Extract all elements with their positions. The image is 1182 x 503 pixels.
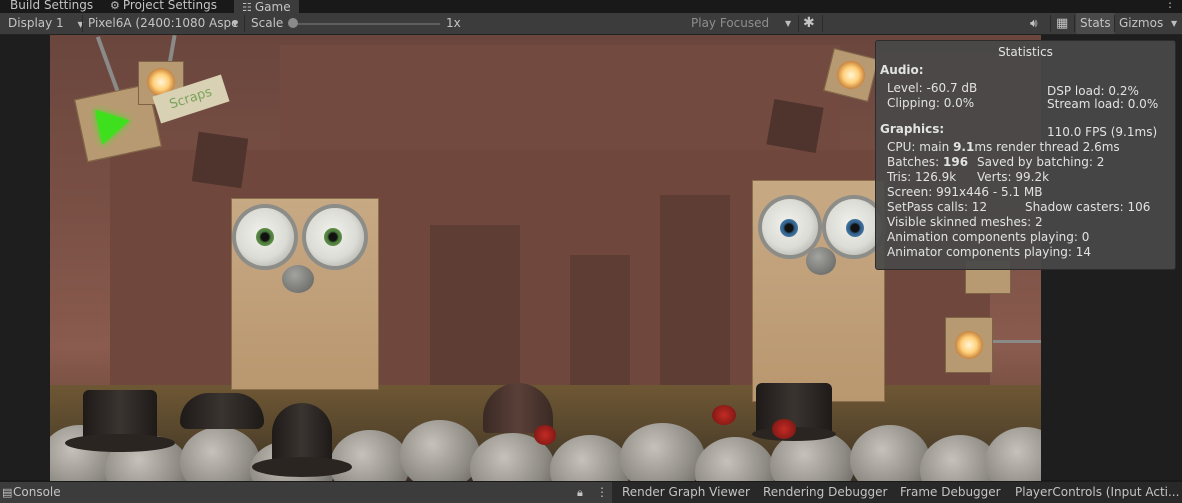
character-right-eye <box>762 199 818 255</box>
console-label: Console <box>13 485 61 499</box>
hanging-box-shadow <box>766 99 824 153</box>
verts: Verts: 99.2k <box>977 170 1050 184</box>
chevron-down-icon: ▼ <box>785 19 792 28</box>
play-mode-value: Play Focused <box>691 16 770 30</box>
gizmos-label: Gizmos <box>1119 16 1164 30</box>
tab-render-graph-viewer[interactable]: Render Graph Viewer <box>622 482 750 503</box>
animation-components: Animation components playing: 0 <box>887 230 1090 244</box>
chevron-down-icon[interactable]: ▼ <box>1171 13 1177 34</box>
screen-info: Screen: 991x446 - 5.1 MB <box>887 185 1043 199</box>
divider <box>82 15 83 32</box>
scale-slider-handle[interactable] <box>288 18 298 28</box>
tab-console[interactable]: ▤ Console 🔒︎ ⋮ <box>0 482 612 503</box>
building-silhouette <box>660 195 730 385</box>
chevron-down-icon: ▼ <box>232 19 239 28</box>
divider <box>1074 15 1075 32</box>
rose <box>534 425 556 445</box>
graphics-header: Graphics: <box>880 122 945 136</box>
character-left-eye <box>306 208 364 266</box>
device-value: Pixel6A (2400:1080 Aspe <box>88 16 239 30</box>
display-dropdown[interactable]: Display 1 ▼ <box>8 13 84 34</box>
scale-slider-track[interactable] <box>292 23 440 25</box>
bowler-hat <box>252 403 352 479</box>
tab-rendering-debugger[interactable]: Rendering Debugger <box>763 482 888 503</box>
display-value: Display 1 <box>8 16 64 30</box>
visible-skinned-meshes: Visible skinned meshes: 2 <box>887 215 1043 229</box>
character-left-eye <box>236 208 294 266</box>
cpu-render-thread: ms render thread 2.6ms <box>974 140 1120 154</box>
play-mode-dropdown[interactable]: Play Focused <box>691 13 769 34</box>
stats-button[interactable]: Stats <box>1076 13 1115 34</box>
bug-icon[interactable]: ✱ <box>803 13 815 34</box>
hanging-rod <box>95 36 121 94</box>
window-tab-bar: Build Settings ⚙ Project Settings ☷ Game ⋮ <box>0 0 1182 15</box>
divider <box>244 15 245 32</box>
stream-load: Stream load: 0.0% <box>1047 97 1159 111</box>
gear-icon: ⚙ <box>110 0 120 12</box>
device-dropdown[interactable]: Pixel6A (2400:1080 Aspe <box>88 13 240 34</box>
hanging-box-shadow <box>191 131 249 189</box>
divider <box>822 15 823 32</box>
saved-by-batching: Saved by batching: 2 <box>977 155 1105 169</box>
building-silhouette <box>570 255 630 385</box>
fps-value: 110.0 FPS (9.1ms) <box>1047 125 1158 139</box>
gizmos-button[interactable]: Gizmos <box>1119 13 1163 34</box>
iris <box>846 219 864 237</box>
audio-clipping: Clipping: 0.0% <box>887 96 975 110</box>
character-right-nose <box>806 247 836 275</box>
tab-frame-debugger[interactable]: Frame Debugger <box>900 482 1001 503</box>
more-options-icon[interactable]: ⋮ <box>596 482 608 503</box>
lamp-box <box>945 317 993 373</box>
tab-label: Game <box>254 0 291 14</box>
iris <box>256 228 274 246</box>
tab-label: Project Settings <box>122 0 217 12</box>
tab-player-controls[interactable]: PlayerControls (Input Acti... <box>1015 482 1179 503</box>
cpu-main-value: 9.1 <box>953 140 975 154</box>
backdrop-top <box>280 45 840 150</box>
light-bulb-icon <box>955 331 983 359</box>
statistics-panel: Statistics Audio: Level: -60.7 dB Clippi… <box>875 40 1176 270</box>
iris <box>324 228 342 246</box>
tab-label: Build Settings <box>10 0 94 12</box>
scale-value: 1x <box>446 16 461 30</box>
batches-value: 196 <box>943 155 969 169</box>
animator-components: Animator components playing: 14 <box>887 245 1092 259</box>
rose <box>712 405 736 425</box>
batches-label: Batches: <box>887 155 943 169</box>
cpu-label: CPU: main <box>887 140 954 154</box>
batches: Batches: 196 <box>887 155 968 169</box>
console-icon: ▤ <box>2 486 13 499</box>
character-right-eye <box>826 199 882 255</box>
light-bulb-icon <box>834 58 868 92</box>
audio-header: Audio: <box>880 63 924 77</box>
shadow-casters: Shadow casters: 106 <box>1025 200 1151 214</box>
scale-label: Scale <box>251 16 284 30</box>
play-icon <box>94 102 134 145</box>
setpass-calls: SetPass calls: 12 <box>887 200 988 214</box>
iris <box>780 219 798 237</box>
lock-icon[interactable]: 🔒︎ <box>577 482 583 503</box>
audio-level: Level: -60.7 dB <box>887 81 978 95</box>
divider <box>798 15 799 32</box>
cpu-timing: CPU: main 9.1ms render thread 2.6ms <box>887 140 1120 154</box>
character-left-nose <box>282 265 314 293</box>
audio-mute-icon[interactable]: 🔊︎ <box>1030 13 1038 34</box>
audience-head <box>400 420 480 481</box>
tab-project-settings[interactable]: ⚙ Project Settings <box>110 0 217 13</box>
building-silhouette <box>430 225 520 385</box>
grid-icon[interactable]: ▦ <box>1056 13 1068 34</box>
top-hat <box>65 390 175 452</box>
tab-build-settings[interactable]: Build Settings <box>10 0 93 13</box>
divider <box>1050 15 1051 32</box>
rose <box>772 419 796 439</box>
dsp-load: DSP load: 0.2% <box>1047 84 1139 98</box>
divider <box>1114 15 1115 32</box>
bottom-tab-bar: ▤ Console 🔒︎ ⋮ Render Graph Viewer Rende… <box>0 481 1182 503</box>
tris: Tris: 126.9k <box>887 170 957 184</box>
stats-label: Stats <box>1080 16 1111 30</box>
more-options-icon[interactable]: ⋮ <box>1164 0 1176 10</box>
game-view-toolbar: Display 1 ▼ Pixel6A (2400:1080 Aspe ▼ Sc… <box>0 13 1182 35</box>
statistics-title: Statistics <box>998 45 1053 59</box>
